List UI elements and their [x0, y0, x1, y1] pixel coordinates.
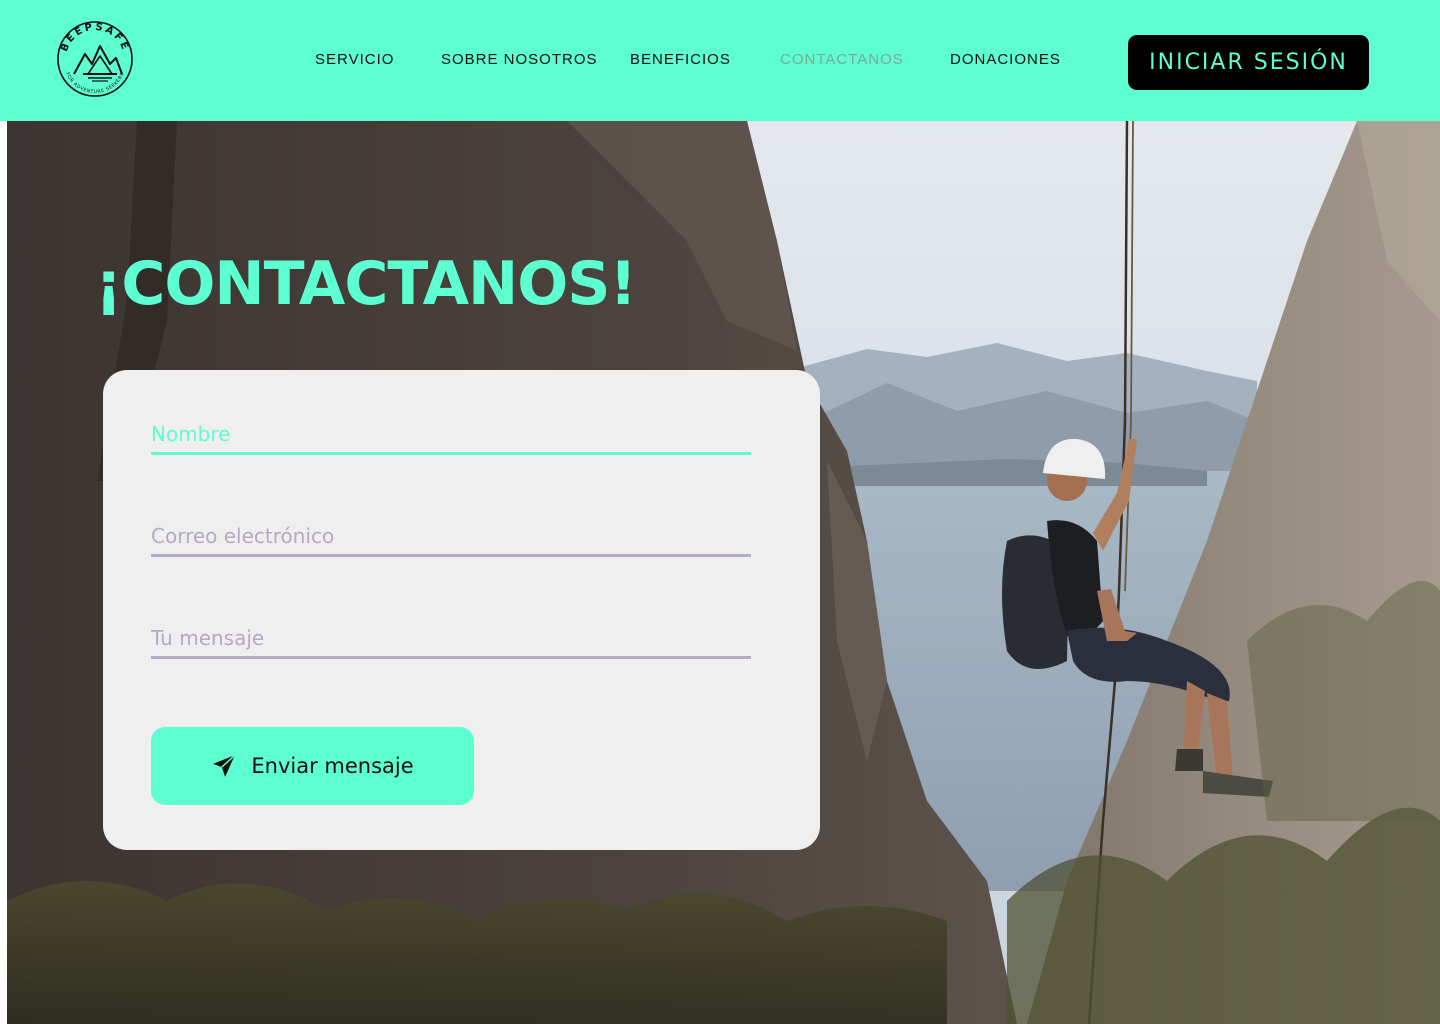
svg-text:BEEPSAFE: BEEPSAFE: [59, 22, 131, 54]
contact-form-card: Enviar mensaje: [103, 370, 820, 850]
send-message-label: Enviar mensaje: [251, 754, 414, 778]
email-input-underline: [151, 554, 751, 557]
email-input[interactable]: [151, 518, 751, 554]
name-input[interactable]: [151, 416, 751, 452]
nav-item-beneficios[interactable]: BENEFICIOS: [630, 50, 731, 70]
login-button[interactable]: INICIAR SESIÓN: [1128, 35, 1369, 90]
name-input-underline: [151, 452, 751, 455]
nav-item-donaciones[interactable]: DONACIONES: [950, 50, 1061, 70]
beepsafe-logo[interactable]: BEEPSAFE FOR ADVENTURE SEEKERS: [50, 14, 140, 104]
site-header: BEEPSAFE FOR ADVENTURE SEEKERS SERVICIO …: [0, 0, 1440, 121]
paper-plane-icon: [213, 754, 236, 777]
left-margin-strip: [0, 121, 7, 1024]
mountain-logo-icon: BEEPSAFE FOR ADVENTURE SEEKERS: [57, 21, 133, 97]
message-input-underline: [151, 656, 751, 659]
brand-tagline-arc: FOR ADVENTURE SEEKERS: [64, 72, 125, 95]
page-title: ¡CONTACTANOS!: [95, 249, 637, 319]
svg-text:FOR ADVENTURE SEEKERS: FOR ADVENTURE SEEKERS: [64, 72, 126, 95]
nav-item-servicio[interactable]: SERVICIO: [315, 50, 394, 70]
nav-item-contactanos[interactable]: CONTACTANOS: [780, 50, 904, 70]
nav-item-sobre-nosotros[interactable]: SOBRE NOSOTROS: [441, 50, 598, 70]
send-message-button[interactable]: Enviar mensaje: [151, 727, 474, 805]
brand-name-arc: BEEPSAFE: [59, 22, 128, 54]
message-input[interactable]: [151, 620, 751, 656]
